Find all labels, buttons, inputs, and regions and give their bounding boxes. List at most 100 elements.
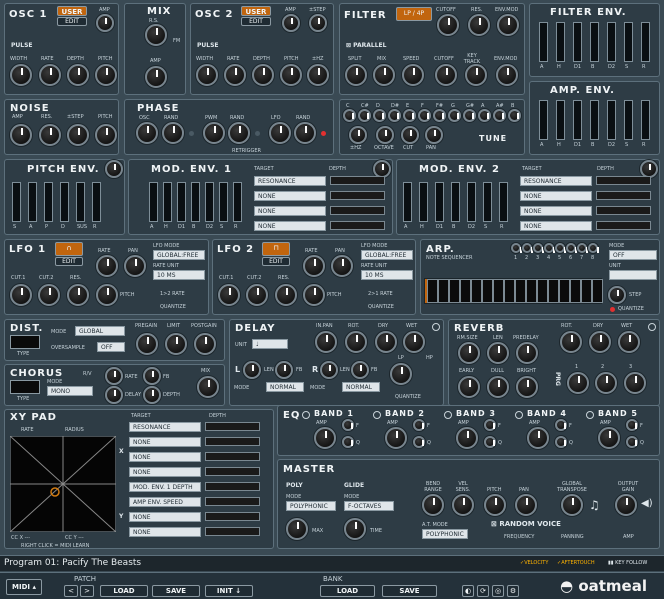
mod_env1-target-2[interactable]: NONE (254, 206, 326, 216)
mod_env1-slider-6[interactable] (233, 182, 242, 222)
lfo1-quantize-label[interactable]: QUANTIZE (160, 304, 186, 310)
lfo1-unit-select[interactable]: 10 MS (153, 270, 205, 280)
xy-depth-bar-1[interactable] (205, 437, 260, 446)
mod_env1-depth-bar-0[interactable] (330, 176, 385, 185)
arp-cell-9[interactable] (526, 279, 537, 303)
arp-cell-6[interactable] (493, 279, 504, 303)
amp_env-slider-1[interactable] (556, 100, 565, 140)
amp_env-slider-0[interactable] (539, 100, 548, 140)
eq-band-power-4[interactable] (586, 411, 594, 419)
eq-band-amp-knob-1[interactable] (385, 427, 407, 449)
mod_env1-slider-0[interactable] (149, 182, 158, 222)
arp-step-knob-2[interactable] (533, 243, 544, 253)
mod_env1-slider-5[interactable] (219, 182, 228, 222)
osc1-preset[interactable]: USER (57, 6, 87, 16)
osc1-width-knob[interactable] (10, 64, 32, 86)
mod_env1-depth-bar-1[interactable] (330, 191, 385, 200)
arp-step-knob-7[interactable] (588, 243, 599, 253)
reverb-bright-knob[interactable] (516, 376, 538, 398)
filter-type[interactable]: LP / 4P (396, 7, 432, 21)
xy-target-6[interactable]: NONE (129, 512, 201, 522)
filter_env-slider-1[interactable] (556, 22, 565, 62)
delay-filter-knob[interactable] (390, 363, 412, 385)
xy-pad[interactable] (10, 436, 116, 532)
xy-ccx-value[interactable]: --- (25, 535, 30, 541)
tune-cut-knob[interactable] (401, 126, 419, 144)
master-atmode-select[interactable]: POLYPHONIC (422, 529, 468, 539)
osc2-depth-knob[interactable] (252, 64, 274, 86)
dist-pregain-knob[interactable] (136, 333, 158, 355)
aftertouch-indicator[interactable]: ✓AFTERTOUCH (557, 560, 595, 566)
mod_env2-slider-6[interactable] (499, 182, 508, 222)
eq-band-amp-knob-2[interactable] (456, 427, 478, 449)
osc1-edit-button[interactable]: EDIT (57, 17, 87, 26)
tool-icon-1[interactable]: ◐ (462, 585, 474, 597)
noise-step-knob[interactable] (67, 124, 89, 146)
lfo1-cut1-knob[interactable] (10, 284, 32, 306)
eq-band-power-3[interactable] (515, 411, 523, 419)
bank-save-button[interactable]: SAVE (382, 585, 437, 597)
mod_env2-slider-4[interactable] (467, 182, 476, 222)
chorus-mix-knob[interactable] (197, 376, 219, 398)
eq-band-f-knob-4[interactable] (626, 419, 638, 431)
tune-note-knob-2[interactable] (373, 109, 386, 122)
lfo1-link-label[interactable]: 1>2 RATE (160, 291, 185, 297)
tune-note-knob-7[interactable] (448, 109, 461, 122)
osc2-width-knob[interactable] (196, 64, 218, 86)
mod_env2-slider-3[interactable] (451, 182, 460, 222)
osc2-amp-knob[interactable] (282, 14, 300, 32)
delay-quantize-label[interactable]: QUANTIZE (395, 394, 421, 400)
master-max-knob[interactable] (286, 518, 308, 540)
lfo2-cut1-knob[interactable] (218, 284, 240, 306)
xy-depth-bar-6[interactable] (205, 512, 260, 521)
master-random-label[interactable]: ⊠ RANDOM VOICE (491, 520, 561, 528)
master-amp-label[interactable]: AMP (623, 534, 634, 540)
delay-dry-knob[interactable] (375, 331, 397, 353)
mod_env1-slider-3[interactable] (191, 182, 200, 222)
xy-target-4[interactable]: MOD. ENV. 1 DEPTH (129, 482, 201, 492)
mod_env2-depth-bar-1[interactable] (596, 191, 651, 200)
mod_env1-target-3[interactable]: NONE (254, 221, 326, 231)
reverb-predelay-knob[interactable] (516, 342, 538, 364)
arp-step-knob[interactable] (608, 286, 626, 304)
pitch_env-slider-4[interactable] (76, 182, 85, 222)
xy-depth-bar-3[interactable] (205, 467, 260, 476)
amp_env-slider-4[interactable] (607, 100, 616, 140)
lfo1-wave[interactable]: ∩ (55, 242, 83, 256)
mod_env2-target-0[interactable]: RESONANCE (520, 176, 592, 186)
mod_env2-slider-0[interactable] (403, 182, 412, 222)
arp-cell-2[interactable] (449, 279, 460, 303)
delay-rot-knob[interactable] (345, 331, 367, 353)
arp-cell-8[interactable] (515, 279, 526, 303)
mod_env2-depth-bar-3[interactable] (596, 221, 651, 230)
mod_env2-depth-bar-2[interactable] (596, 206, 651, 215)
filter_env-slider-5[interactable] (624, 22, 633, 62)
velocity-indicator[interactable]: ✓VELOCITY (520, 560, 548, 566)
eq-band-power-1[interactable] (373, 411, 381, 419)
eq-band-f-knob-3[interactable] (555, 419, 567, 431)
xy-target-3[interactable]: NONE (129, 467, 201, 477)
midi-button[interactable]: MIDI ▴ (6, 579, 42, 595)
delay-l-len-knob[interactable] (243, 361, 261, 379)
reverb-len-knob[interactable] (487, 342, 509, 364)
phase-rand-knob[interactable] (162, 122, 184, 144)
lfo1-edit-button[interactable]: EDIT (55, 257, 83, 266)
lfo1-mode-select[interactable]: GLOBAL:FREE (153, 250, 205, 260)
lfo1-pitch-knob[interactable] (96, 284, 118, 306)
chorus-link-label[interactable]: R/V (83, 371, 92, 377)
chorus-depth-knob[interactable] (143, 386, 161, 404)
mod_env2-slider-2[interactable] (435, 182, 444, 222)
phase-lfo-knob[interactable] (269, 122, 291, 144)
reverb-prg3-knob[interactable] (624, 372, 646, 394)
osc2-preset[interactable]: USER (241, 6, 271, 16)
eq-band-q-knob-0[interactable] (342, 436, 354, 448)
xy-target-1[interactable]: NONE (129, 437, 201, 447)
osc1-depth-knob[interactable] (67, 64, 89, 86)
filter-speed-knob[interactable] (402, 64, 424, 86)
xy-depth-bar-7[interactable] (205, 527, 260, 536)
filter-parallel-label[interactable]: ⊠ PARALLEL (346, 42, 386, 49)
osc2-rate-knob[interactable] (224, 64, 246, 86)
phase-led-1[interactable] (189, 131, 194, 136)
reverb-rot-knob[interactable] (560, 331, 582, 353)
chorus-type-box[interactable] (10, 380, 40, 394)
